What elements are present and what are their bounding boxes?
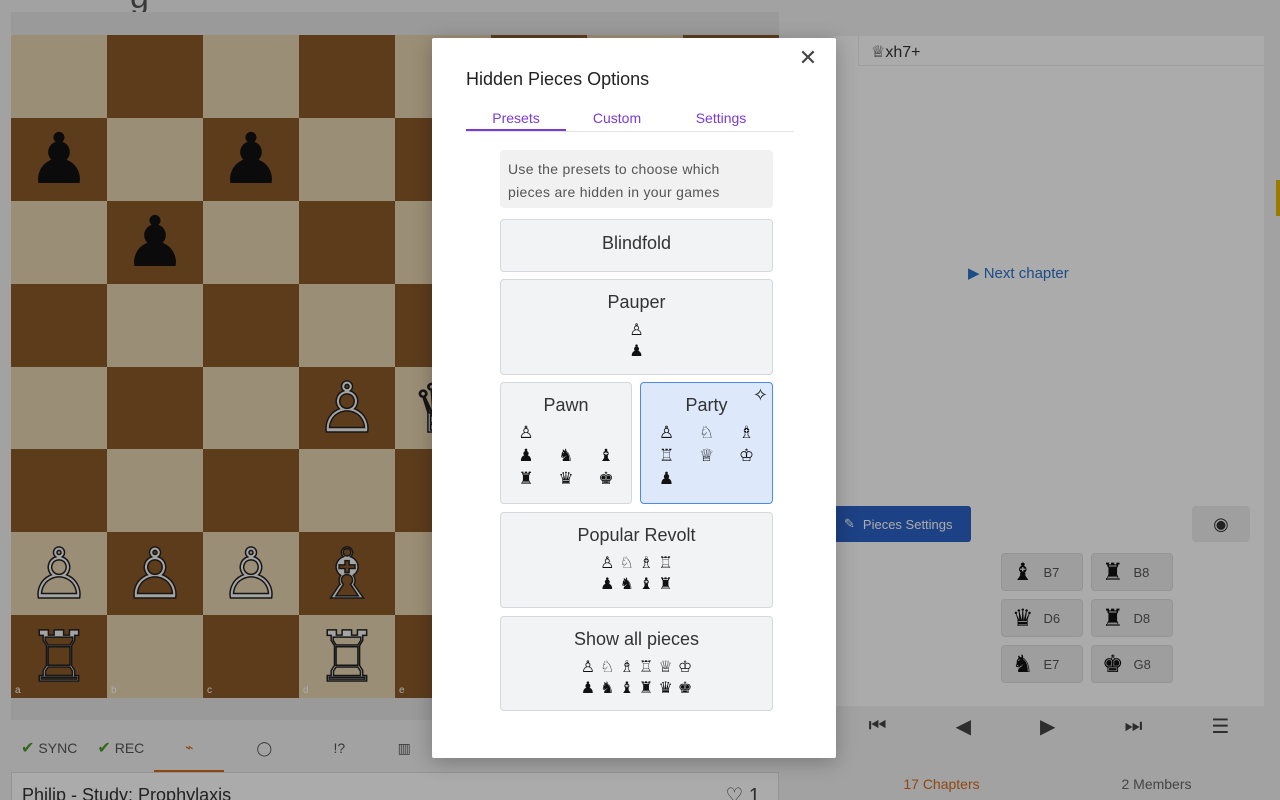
piece-glyph: ♕: [698, 446, 715, 466]
presets-hint: Use the presets to choose which pieces a…: [500, 150, 773, 208]
piece-glyph: ♔: [738, 446, 755, 466]
sparkle-icon: ✧: [752, 385, 768, 405]
piece-glyph: ♘: [698, 423, 715, 443]
preset-blindfold[interactable]: Blindfold: [500, 219, 773, 272]
party-pieces-grid: ♙ ♘ ♗ ♖ ♕ ♔ ♟: [641, 422, 772, 491]
piece-glyph: ♟: [518, 446, 534, 466]
white-pieces: ♙ ♘ ♗ ♖ ♕ ♔: [580, 657, 693, 676]
preset-title: Blindfold: [601, 233, 672, 253]
piece-glyph: ♙: [518, 423, 534, 443]
preset-title: Popular Revolt: [577, 525, 696, 545]
preset-title: Show all pieces: [573, 629, 700, 649]
preset-party[interactable]: ✧ Party ♙ ♘ ♗ ♖ ♕ ♔ ♟: [640, 382, 773, 504]
black-pieces: ♟ ♞ ♝ ♜ ♛ ♚: [580, 678, 693, 697]
preset-show-all[interactable]: Show all pieces ♙ ♘ ♗ ♖ ♕ ♔ ♟ ♞ ♝ ♜ ♛ ♚: [500, 616, 773, 711]
piece-glyph: ♖: [658, 446, 675, 466]
preset-pawn[interactable]: Pawn ♙ ♟ ♞ ♝ ♜ ♛ ♚: [500, 382, 632, 504]
modal-tabs: Presets Custom Settings: [466, 110, 794, 132]
preset-pauper[interactable]: Pauper ♙ ♟: [500, 279, 773, 375]
tab-custom[interactable]: Custom: [566, 110, 668, 131]
preset-title: Pauper: [607, 292, 666, 312]
black-pieces: ♟ ♞ ♝ ♜: [600, 574, 673, 593]
piece-glyph: ♛: [558, 469, 574, 489]
piece-glyph: ♜: [518, 469, 534, 489]
preset-popular-revolt[interactable]: Popular Revolt ♙ ♘ ♗ ♖ ♟ ♞ ♝ ♜: [500, 512, 773, 608]
piece-glyph: ♙: [658, 423, 675, 443]
piece-glyph: ♚: [598, 469, 614, 489]
tab-presets[interactable]: Presets: [466, 110, 566, 131]
white-pieces: ♙ ♘ ♗ ♖: [600, 553, 673, 572]
pawn-pieces-grid: ♙ ♟ ♞ ♝ ♜ ♛ ♚: [501, 422, 631, 491]
black-pieces: ♟: [629, 341, 644, 360]
piece-glyph: ♝: [598, 446, 614, 466]
preset-title: Pawn: [543, 395, 589, 415]
hidden-pieces-modal: ✕ Hidden Pieces Options Presets Custom S…: [432, 38, 836, 758]
piece-glyph: ♗: [738, 423, 755, 443]
tab-settings[interactable]: Settings: [668, 110, 774, 131]
white-pieces: ♙: [629, 320, 644, 339]
piece-glyph: ♞: [558, 446, 574, 466]
piece-glyph: ♟: [658, 469, 675, 489]
modal-title: Hidden Pieces Options: [466, 69, 650, 89]
close-icon[interactable]: ✕: [796, 45, 820, 70]
